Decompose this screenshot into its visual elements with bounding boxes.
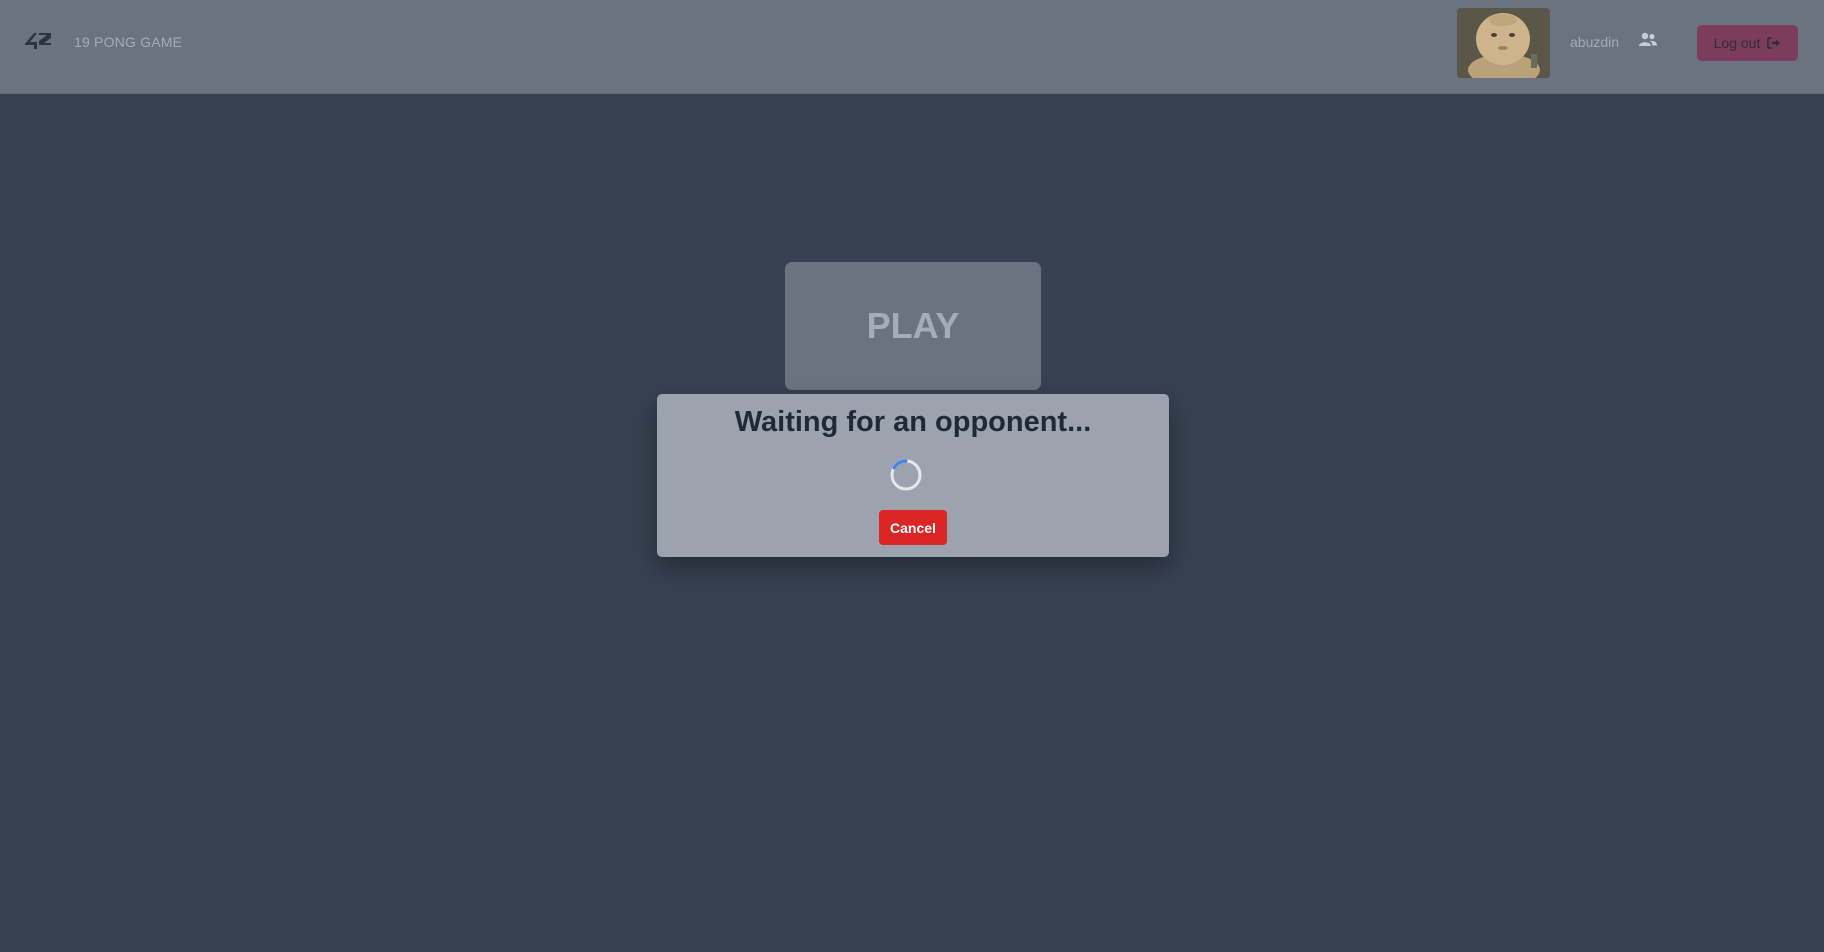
sign-out-icon <box>1767 37 1781 49</box>
users-icon[interactable] <box>1638 32 1658 48</box>
42-logo-icon[interactable] <box>24 30 54 52</box>
logout-label: Log out <box>1713 35 1761 51</box>
matchmaking-modal: Waiting for an opponent... Cancel <box>657 394 1169 557</box>
app-title[interactable]: 19 PONG GAME <box>74 34 182 50</box>
avatar[interactable] <box>1457 8 1550 78</box>
play-button[interactable]: PLAY <box>785 262 1041 390</box>
cancel-button[interactable]: Cancel <box>879 510 947 545</box>
logout-button[interactable]: Log out <box>1697 25 1798 61</box>
modal-title: Waiting for an opponent... <box>734 406 1092 438</box>
loading-spinner-icon <box>890 459 922 491</box>
username[interactable]: abuzdin <box>1570 34 1619 50</box>
top-navbar: 19 PONG GAME abuzdin Log out <box>0 0 1824 94</box>
